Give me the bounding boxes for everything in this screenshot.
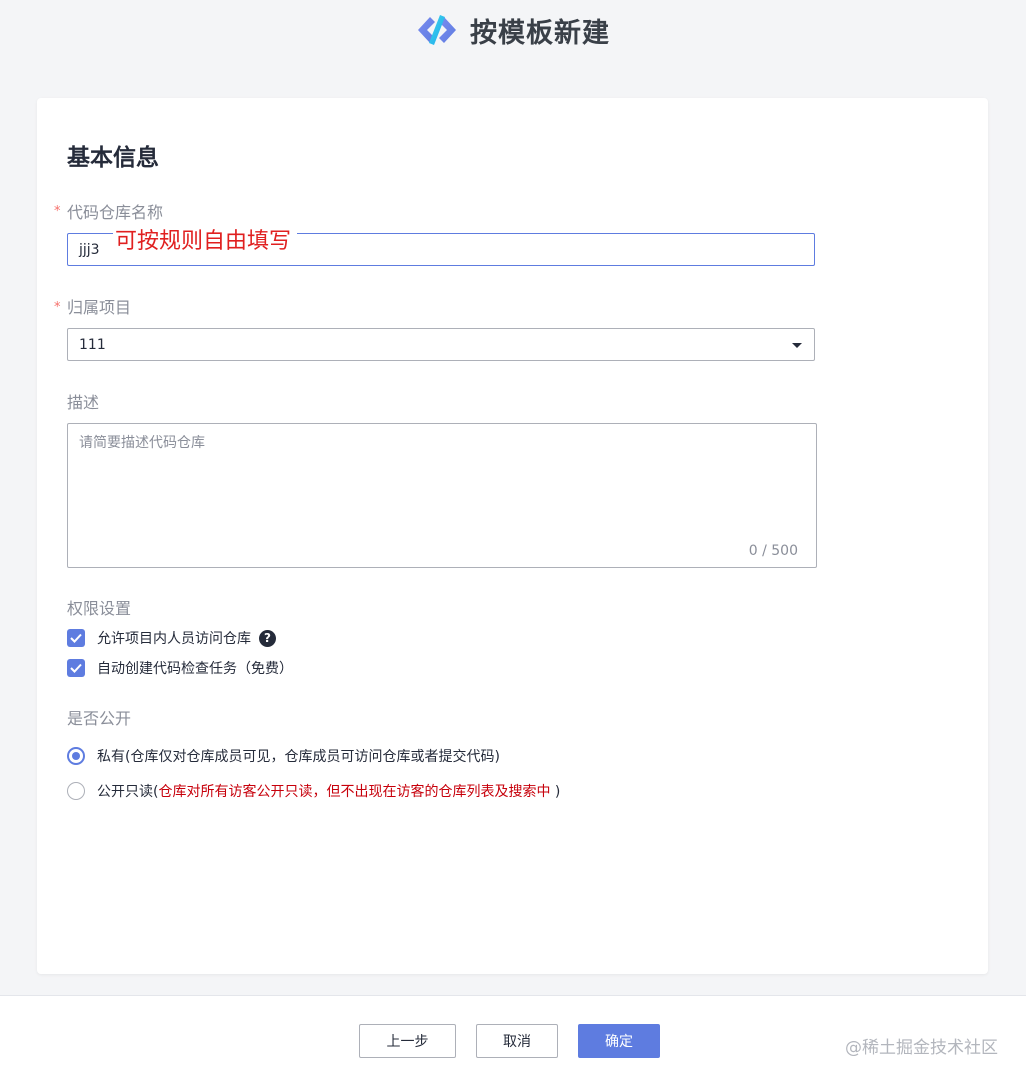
radio-selected-icon[interactable] <box>67 747 85 765</box>
private-option[interactable]: 私有(仓库仅对仓库成员可见，仓库成员可访问仓库或者提交代码) <box>67 746 500 766</box>
basic-info-card: 基本信息 * 代码仓库名称 jjj3 可按规则自由填写 * 归属项目 111 描… <box>37 98 988 974</box>
description-label: 描述 <box>67 393 100 412</box>
caret-down-icon[interactable] <box>792 343 802 348</box>
checkbox-checked-icon[interactable] <box>67 659 85 677</box>
description-textarea[interactable]: 请简要描述代码仓库 0 / 500 <box>67 423 817 568</box>
public-option-label: 公开只读(仓库对所有访客公开只读，但不出现在访客的仓库列表及搜索中 ) <box>97 781 560 801</box>
confirm-button[interactable]: 确定 <box>578 1024 660 1058</box>
codehub-logo-icon <box>418 15 456 45</box>
help-icon[interactable]: ? <box>259 629 276 647</box>
required-asterisk: * <box>54 300 61 315</box>
public-option-prefix: 公开只读( <box>97 784 159 800</box>
page-title: 按模板新建 <box>470 17 610 49</box>
prev-step-button[interactable]: 上一步 <box>359 1024 456 1058</box>
auto-code-check-option[interactable]: 自动创建代码检查任务（免费） <box>67 658 293 678</box>
section-title: 基本信息 <box>67 145 159 171</box>
auto-code-check-label: 自动创建代码检查任务（免费） <box>97 661 293 677</box>
allow-project-access-label: 允许项目内人员访问仓库 <box>97 631 251 647</box>
page-header: 按模板新建 <box>0 0 1026 60</box>
permissions-label: 权限设置 <box>67 599 132 618</box>
description-placeholder: 请简要描述代码仓库 <box>79 435 205 451</box>
project-select[interactable]: 111 <box>67 328 815 361</box>
checkbox-checked-icon[interactable] <box>67 629 85 647</box>
radio-unselected-icon[interactable] <box>67 782 85 800</box>
public-option-note: 仓库对所有访客公开只读，但不出现在访客的仓库列表及搜索中 <box>158 784 551 800</box>
project-label: 归属项目 <box>67 298 132 317</box>
annotation-text: 可按规则自由填写 <box>113 229 298 255</box>
public-option-suffix: ) <box>550 784 561 800</box>
footer-bar: 上一步 取消 确定 @稀土掘金技术社区 <box>0 995 1026 1082</box>
public-readonly-option[interactable]: 公开只读(仓库对所有访客公开只读，但不出现在访客的仓库列表及搜索中 ) <box>67 781 560 801</box>
allow-project-access-option[interactable]: 允许项目内人员访问仓库 ? <box>67 628 276 648</box>
visibility-label: 是否公开 <box>67 709 132 728</box>
private-option-label: 私有(仓库仅对仓库成员可见，仓库成员可访问仓库或者提交代码) <box>97 749 500 765</box>
watermark-text: @稀土掘金技术社区 <box>845 1038 998 1058</box>
cancel-button[interactable]: 取消 <box>476 1024 558 1058</box>
repo-name-label: 代码仓库名称 <box>67 203 164 222</box>
project-value: 111 <box>79 337 106 353</box>
required-asterisk: * <box>54 204 61 219</box>
char-counter: 0 / 500 <box>748 543 798 559</box>
repo-name-value: jjj3 <box>79 242 100 258</box>
